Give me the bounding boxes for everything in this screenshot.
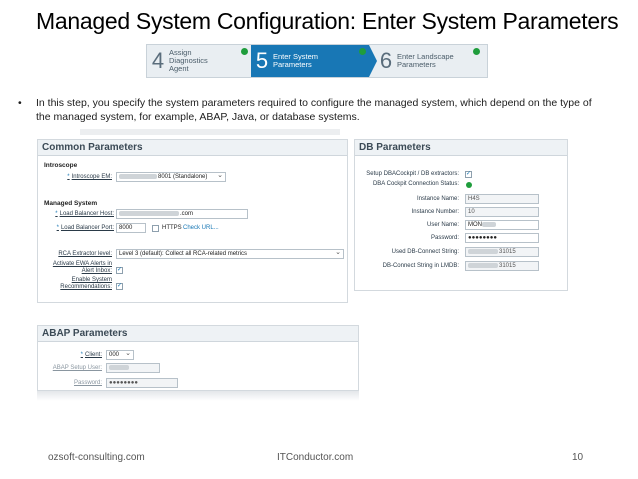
lb-port-input[interactable]: 8000 bbox=[116, 223, 146, 233]
step-number: 4 bbox=[151, 48, 165, 73]
https-checkbox[interactable] bbox=[152, 225, 159, 232]
step-label: Enter Landscape Parameters bbox=[397, 52, 454, 69]
footer-left: ozsoft-consulting.com bbox=[48, 452, 145, 463]
step-number: 6 bbox=[379, 48, 393, 73]
step-complete-dot-icon bbox=[241, 48, 248, 55]
panel-header: DB Parameters bbox=[355, 140, 567, 156]
bullet-point: • In this step, you specify the system p… bbox=[18, 96, 608, 124]
common-parameters-panel: Common Parameters Introscope * Introscope… bbox=[37, 139, 348, 303]
step-complete-dot-icon bbox=[473, 48, 480, 55]
abap-setup-user-label: ABAP Setup User: bbox=[52, 365, 102, 371]
footer-center: ITConductor.com bbox=[277, 452, 354, 463]
faded-text-strip bbox=[80, 129, 340, 135]
dba-setup-label: Setup DBACockpit / DB extractors: bbox=[366, 171, 459, 177]
client-select[interactable]: 000 bbox=[106, 350, 134, 360]
lmdb-connect-field: 31015 bbox=[465, 261, 539, 271]
password-input[interactable]: ●●●●●●●● bbox=[465, 233, 539, 243]
lb-host-label: * Load Balancer Host: bbox=[55, 211, 114, 217]
dba-setup-checkbox[interactable]: ✓ bbox=[465, 171, 472, 178]
ewa-alerts-checkbox[interactable]: ✓ bbox=[116, 267, 123, 274]
used-db-connect-label: Used DB-Connect String: bbox=[391, 249, 459, 255]
used-db-connect-field: 31015 bbox=[465, 247, 539, 257]
abap-password-field: ●●●●●●●● bbox=[106, 378, 178, 388]
connection-status-icon bbox=[466, 182, 472, 188]
introscope-section-title: Introscope bbox=[44, 162, 78, 169]
password-label: Password: bbox=[430, 235, 459, 241]
instance-number-field: 10 bbox=[465, 207, 539, 217]
bullet-text: In this step, you specify the system par… bbox=[36, 97, 592, 123]
lb-port-label: * Load Balancer Port: bbox=[56, 225, 114, 231]
recommendations-label: Enable System Recommendations: bbox=[60, 277, 112, 290]
instance-number-label: Instance Number: bbox=[411, 209, 459, 215]
rca-level-label: RCA Extractor level: bbox=[58, 251, 112, 257]
lmdb-connect-label: DB-Connect String in LMDB: bbox=[382, 263, 459, 269]
step-label: Assign Diagnostics Agent bbox=[169, 48, 208, 73]
slide-title: Managed System Configuration: Enter Syst… bbox=[36, 8, 619, 34]
panel-shadow bbox=[37, 391, 359, 401]
bullet-marker: • bbox=[18, 97, 22, 109]
instance-name-field: H4S bbox=[465, 194, 539, 204]
https-label: HTTPS bbox=[162, 225, 182, 231]
panel-header: Common Parameters bbox=[38, 140, 347, 156]
wizard-step-5-active[interactable]: 5 Enter System Parameters bbox=[251, 45, 377, 77]
wizard-step-6[interactable]: 6 Enter Landscape Parameters bbox=[379, 45, 483, 77]
lb-host-input[interactable]: .com bbox=[116, 209, 248, 219]
wizard-step-4[interactable]: 4 Assign Diagnostics Agent bbox=[151, 45, 249, 77]
user-name-input[interactable]: MON bbox=[465, 220, 539, 230]
dba-status-label: DBA Cockpit Connection Status: bbox=[372, 181, 459, 187]
wizard-step-bar: 4 Assign Diagnostics Agent 5 Enter Syste… bbox=[146, 44, 488, 78]
check-url-link[interactable]: Check URL... bbox=[183, 225, 219, 231]
db-parameters-panel: DB Parameters Setup DBACockpit / DB extr… bbox=[354, 139, 568, 291]
client-label: * Client: bbox=[80, 352, 102, 358]
managed-system-section-title: Managed System bbox=[44, 200, 98, 207]
abap-parameters-panel: ABAP Parameters *Client: 000 ABAP Setup … bbox=[37, 325, 359, 391]
page-number: 10 bbox=[572, 452, 584, 463]
rca-level-select[interactable]: Level 3 (default): Collect all RCA-relat… bbox=[116, 249, 344, 259]
recommendations-checkbox[interactable]: ✓ bbox=[116, 283, 123, 290]
abap-password-label: Password: bbox=[73, 380, 102, 386]
step-label: Enter System Parameters bbox=[273, 52, 319, 69]
instance-name-label: Instance Name: bbox=[416, 196, 459, 202]
step-number: 5 bbox=[255, 48, 269, 73]
panel-header: ABAP Parameters bbox=[38, 326, 358, 342]
abap-setup-user-field bbox=[106, 363, 160, 373]
introscope-em-select[interactable]: 8001 (Standalone) bbox=[116, 172, 226, 182]
introscope-em-label: * Introscope EM: bbox=[67, 174, 112, 180]
user-name-label: User Name: bbox=[426, 222, 459, 228]
step-complete-dot-icon bbox=[359, 48, 366, 55]
ewa-alerts-label: Activate EWA Alerts in Alert Inbox: bbox=[52, 261, 112, 274]
